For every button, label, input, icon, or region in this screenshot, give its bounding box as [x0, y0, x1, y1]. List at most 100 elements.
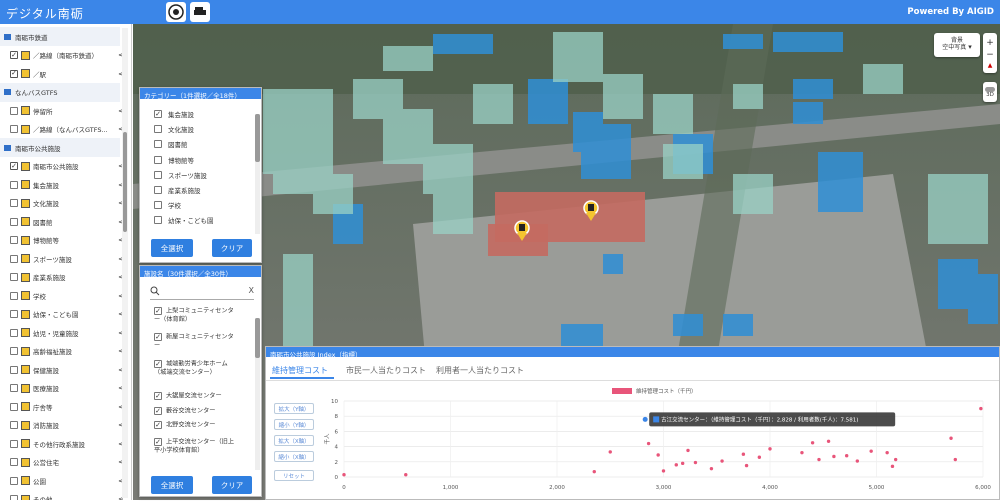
- layer-item[interactable]: ✓南砺市公共施設⋖: [0, 157, 124, 176]
- facility-checkbox[interactable]: ✓: [154, 307, 162, 315]
- layer-item[interactable]: 公園⋖: [0, 471, 124, 490]
- category-item[interactable]: 幼保・こども園: [154, 214, 214, 226]
- layer-checkbox[interactable]: ✓: [10, 69, 18, 78]
- layer-item[interactable]: 博物館等⋖: [0, 231, 124, 250]
- layer-checkbox[interactable]: ✓: [10, 51, 18, 59]
- category-checkbox[interactable]: [154, 216, 162, 225]
- layer-checkbox[interactable]: [10, 291, 18, 300]
- 3d-toggle[interactable]: 3D: [983, 82, 997, 102]
- facility-item[interactable]: ✓ 新屋コミュニティセンター: [154, 333, 252, 351]
- facility-item[interactable]: ✓ 上平交流センター（旧上 平小学校体育館）: [154, 438, 252, 456]
- facility-checkbox[interactable]: ✓: [154, 421, 162, 429]
- facility-checkbox[interactable]: ✓: [154, 392, 162, 400]
- layer-checkbox[interactable]: [10, 199, 18, 207]
- layer-group[interactable]: 南砺市鉄道: [0, 27, 120, 46]
- layer-checkbox[interactable]: [10, 384, 18, 392]
- layer-item[interactable]: 消防施設⋖: [0, 416, 124, 435]
- category-checkbox[interactable]: ✓: [154, 110, 162, 118]
- facility-search-input[interactable]: X: [150, 282, 254, 300]
- layer-checkbox[interactable]: [10, 458, 18, 466]
- scatter-chart[interactable]: 0 2 4 6 8 10 0 1,000 2,000 3,000 4,000 5,000 6,000 千人…: [266, 347, 1000, 501]
- layer-item[interactable]: 文化施設⋖: [0, 194, 124, 213]
- layer-item[interactable]: 集会施設⋖: [0, 175, 124, 194]
- category-scrollbar-thumb[interactable]: [255, 114, 260, 162]
- layer-item[interactable]: ／路線（なんバスGTFS...⋖: [0, 120, 124, 139]
- category-item[interactable]: 学校: [154, 199, 181, 211]
- zoom-in-button[interactable]: +: [986, 38, 994, 48]
- layer-item[interactable]: 停留所⋖: [0, 101, 124, 120]
- category-item[interactable]: スポーツ施設: [154, 169, 207, 181]
- layer-symbol-icon: [21, 457, 30, 467]
- layer-group[interactable]: なんバスGTFS: [0, 82, 120, 102]
- category-checkbox[interactable]: [154, 155, 162, 164]
- facility-item[interactable]: ✓ 城端勤労青少年ホーム （城端交流センター）: [154, 360, 252, 378]
- layer-item[interactable]: 医療施設⋖: [0, 379, 124, 398]
- layer-item[interactable]: 庁舎等⋖: [0, 397, 124, 416]
- layer-item[interactable]: ✓／路線（南砺市鉄道）⋖: [0, 46, 124, 65]
- category-scrollbar[interactable]: [255, 114, 260, 234]
- data-point: [592, 469, 596, 474]
- layer-item[interactable]: 保健施設⋖: [0, 360, 124, 379]
- layer-checkbox[interactable]: ✓: [10, 162, 18, 170]
- layer-checkbox[interactable]: [10, 106, 18, 115]
- layer-item[interactable]: 幼児・児童施設⋖: [0, 323, 124, 342]
- layer-checkbox[interactable]: [10, 402, 18, 411]
- layer-checkbox[interactable]: [10, 254, 18, 263]
- facility-select-all-button[interactable]: 全選択: [151, 476, 193, 494]
- category-select-all-button[interactable]: 全選択: [151, 239, 193, 257]
- category-checkbox[interactable]: [154, 201, 162, 210]
- layer-item[interactable]: 公営住宅⋖: [0, 453, 124, 472]
- category-item[interactable]: 産業系施設: [154, 184, 201, 196]
- category-checkbox[interactable]: [154, 125, 162, 134]
- layer-checkbox[interactable]: [10, 236, 18, 244]
- sidebar-scrollbar-thumb[interactable]: [123, 132, 127, 232]
- layer-checkbox[interactable]: [10, 273, 18, 281]
- clear-search-button[interactable]: X: [249, 286, 254, 295]
- layer-item[interactable]: 学校⋖: [0, 286, 124, 305]
- layer-checkbox[interactable]: [10, 125, 18, 133]
- facility-checkbox[interactable]: ✓: [154, 360, 162, 368]
- facility-clear-button[interactable]: クリア: [212, 476, 252, 494]
- layer-item[interactable]: 幼保・こども園⋖: [0, 305, 124, 324]
- layer-checkbox[interactable]: [10, 328, 18, 337]
- layer-checkbox[interactable]: [10, 365, 18, 374]
- facility-item[interactable]: ✓ 大鋸屋交流センター: [154, 392, 252, 401]
- zoom-out-button[interactable]: −: [986, 50, 994, 60]
- category-checkbox[interactable]: [154, 186, 162, 194]
- category-clear-button[interactable]: クリア: [212, 239, 252, 257]
- facility-scrollbar[interactable]: [255, 318, 260, 470]
- category-item[interactable]: 文化施設: [154, 123, 194, 135]
- category-item[interactable]: ✓ 集会施設: [154, 108, 194, 120]
- layer-checkbox[interactable]: [10, 476, 18, 485]
- facility-item[interactable]: ✓ 藪谷交流センター: [154, 407, 252, 416]
- category-item[interactable]: 博物館等: [154, 154, 194, 166]
- layer-item[interactable]: その他行政系施設⋖: [0, 434, 124, 453]
- layer-checkbox[interactable]: [10, 347, 18, 355]
- facility-checkbox[interactable]: ✓: [154, 438, 162, 446]
- layer-checkbox[interactable]: [10, 439, 18, 448]
- facility-scrollbar-thumb[interactable]: [255, 318, 260, 358]
- layer-item[interactable]: その他⋖: [0, 490, 124, 500]
- sidebar-scrollbar[interactable]: [122, 28, 128, 498]
- layer-checkbox[interactable]: [10, 495, 18, 500]
- layer-checkbox[interactable]: [10, 310, 18, 318]
- layer-item[interactable]: 高齢福祉施設⋖: [0, 342, 124, 361]
- layer-checkbox[interactable]: [10, 180, 18, 189]
- facility-item[interactable]: ✓ 北野交流センター: [154, 421, 252, 430]
- layer-label: 南砺市公共施設: [33, 163, 79, 171]
- category-checkbox[interactable]: [154, 140, 162, 149]
- layer-item[interactable]: 産業系施設⋖: [0, 268, 124, 287]
- layer-item[interactable]: 図書館⋖: [0, 212, 124, 231]
- layer-group[interactable]: 南砺市公共施設: [0, 138, 120, 157]
- compass-icon[interactable]: ▲: [988, 62, 993, 69]
- layer-checkbox[interactable]: [10, 421, 18, 429]
- facility-checkbox[interactable]: ✓: [154, 333, 162, 341]
- category-item[interactable]: 図書館: [154, 138, 188, 150]
- layer-item[interactable]: スポーツ施設⋖: [0, 249, 124, 268]
- category-checkbox[interactable]: [154, 170, 162, 179]
- layer-checkbox[interactable]: [10, 217, 18, 226]
- facility-item[interactable]: ✓ 上梨コミュニティセンタ ー（体育館）: [154, 307, 252, 325]
- facility-checkbox[interactable]: ✓: [154, 407, 162, 415]
- basemap-select[interactable]: 背景 空中写真 ▾: [934, 33, 980, 57]
- layer-item[interactable]: ✓／駅⋖: [0, 64, 124, 83]
